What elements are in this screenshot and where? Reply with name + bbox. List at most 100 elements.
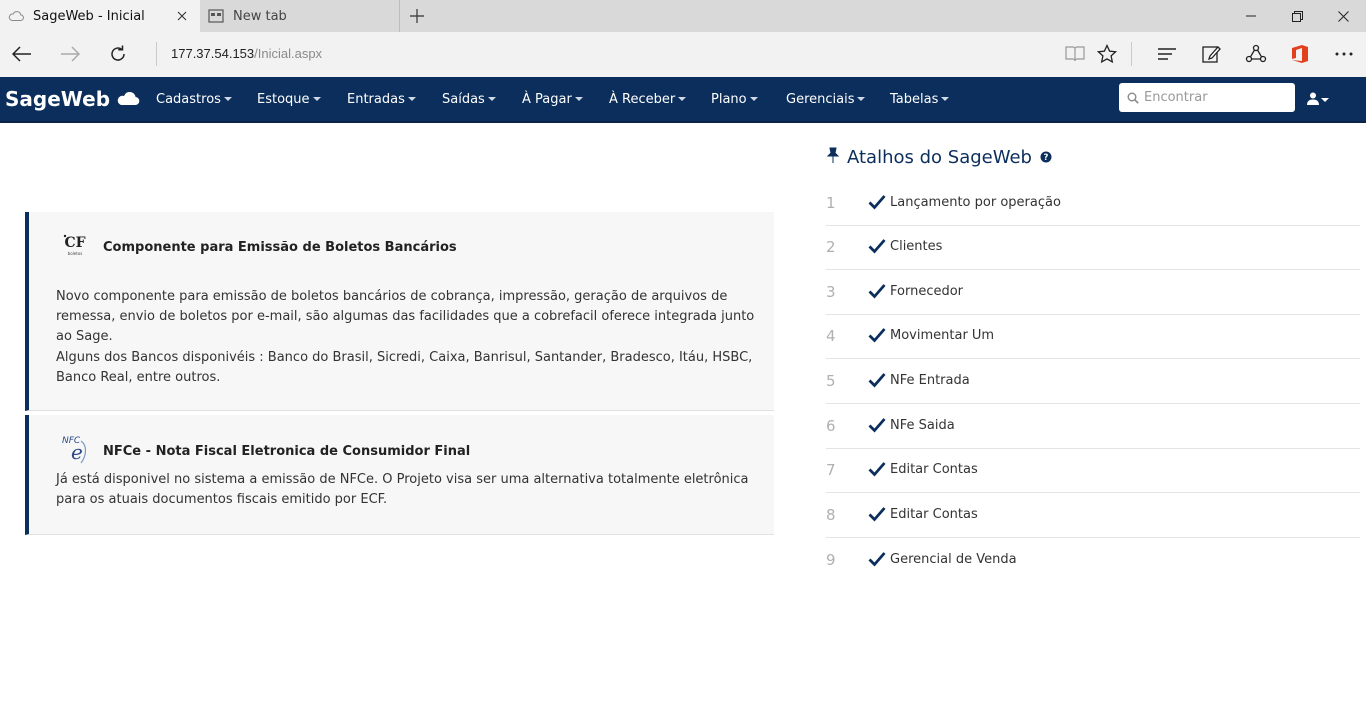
shortcut-item[interactable]: 2 Clientes [826, 225, 1360, 270]
checkmark-icon [868, 461, 886, 481]
shortcut-number: 7 [826, 461, 836, 479]
shortcuts-heading: Atalhos do SageWeb ? [826, 147, 1052, 168]
close-tab-icon[interactable] [172, 6, 192, 26]
shortcut-label: NFe Entrada [890, 373, 970, 388]
menu-label: Tabelas [890, 91, 939, 107]
office-icon[interactable] [1283, 38, 1317, 70]
menu-a-pagar[interactable]: À Pagar [522, 77, 583, 121]
checkmark-icon [868, 194, 886, 214]
shortcut-label: Movimentar Um [890, 328, 995, 343]
close-window-button[interactable] [1320, 0, 1366, 32]
search-input[interactable] [1144, 90, 1284, 105]
address-separator [156, 42, 157, 66]
caret-down-icon [407, 97, 416, 101]
reading-view-icon[interactable] [1058, 38, 1092, 70]
shortcut-item[interactable]: 1 Lançamento por operação [826, 181, 1360, 226]
menu-gerenciais[interactable]: Gerenciais [786, 77, 866, 121]
user-icon [1307, 90, 1319, 109]
shortcut-number: 4 [826, 327, 836, 345]
menu-estoque[interactable]: Estoque [257, 77, 321, 121]
url-path: /Inicial.aspx [254, 46, 323, 61]
caret-down-icon [678, 97, 687, 101]
menu-cadastros[interactable]: Cadastros [156, 77, 232, 121]
web-note-icon[interactable] [1194, 38, 1228, 70]
menu-a-receber[interactable]: À Receber [609, 77, 687, 121]
brand-logo[interactable]: SageWeb [5, 87, 140, 111]
tab-sageweb[interactable]: SageWeb - Inicial [0, 0, 200, 32]
share-icon[interactable] [1239, 38, 1273, 70]
minimize-button[interactable] [1228, 0, 1274, 32]
news-title: Componente para Emissão de Boletos Bancá… [103, 239, 457, 255]
news-title: NFCe - Nota Fiscal Eletronica de Consumi… [103, 443, 471, 459]
checkmark-icon [868, 372, 886, 392]
news-header: CF boletos Componente para Emissão de Bol… [59, 232, 457, 262]
cloud-icon [8, 8, 24, 24]
more-options-icon[interactable] [1327, 38, 1361, 70]
shortcut-number: 3 [826, 283, 836, 301]
menu-label: Cadastros [156, 91, 221, 107]
news-card-nfce: NFC e NFCe - Nota Fiscal Eletronica de Co… [25, 415, 774, 535]
caret-down-icon [312, 97, 321, 101]
menu-label: Plano [711, 91, 747, 107]
pin-icon [826, 147, 840, 168]
tab-title: New tab [233, 8, 287, 24]
svg-text:?: ? [1044, 153, 1049, 163]
shortcut-number: 1 [826, 194, 836, 212]
shortcut-item[interactable]: 9 Gerencial de Venda [826, 538, 1360, 583]
checkmark-icon [868, 506, 886, 526]
caret-down-icon [1321, 97, 1329, 102]
menu-label: Gerenciais [786, 91, 855, 107]
menu-tabelas[interactable]: Tabelas [890, 77, 950, 121]
restore-button[interactable] [1274, 0, 1320, 32]
refresh-button[interactable] [101, 38, 135, 70]
shortcut-item[interactable]: 7 Editar Contas [826, 448, 1360, 493]
user-menu[interactable] [1307, 90, 1329, 109]
menu-saidas[interactable]: Saídas [442, 77, 496, 121]
caret-down-icon [574, 97, 583, 101]
menu-label: Estoque [257, 91, 310, 107]
shortcut-label: Lançamento por operação [890, 195, 1061, 210]
shortcut-number: 2 [826, 238, 836, 256]
caret-down-icon [749, 97, 758, 101]
shortcut-item[interactable]: 6 NFe Saida [826, 404, 1360, 449]
forward-button[interactable] [53, 38, 87, 70]
shortcut-label: Gerencial de Venda [890, 552, 1017, 567]
shortcut-number: 5 [826, 372, 836, 390]
cobrefacil-logo-icon: CF boletos [59, 232, 91, 262]
favorite-star-icon[interactable] [1090, 38, 1124, 70]
shortcut-item[interactable]: 4 Movimentar Um [826, 314, 1360, 359]
shortcut-label: Editar Contas [890, 462, 978, 477]
menu-entradas[interactable]: Entradas [347, 77, 416, 121]
help-icon[interactable]: ? [1040, 147, 1052, 168]
shortcut-item[interactable]: 8 Editar Contas [826, 493, 1360, 538]
svg-text:boletos: boletos [68, 251, 83, 256]
checkmark-icon [868, 417, 886, 437]
menu-label: Entradas [347, 91, 405, 107]
shortcut-number: 8 [826, 506, 836, 524]
tab-new-tab[interactable]: New tab [200, 0, 400, 32]
tab-title: SageWeb - Inicial [33, 8, 145, 24]
menu-plano[interactable]: Plano [711, 77, 758, 121]
menu-label: À Pagar [522, 91, 572, 107]
back-button[interactable] [5, 38, 39, 70]
news-paragraph: Alguns dos Bancos disponivéis : Banco do… [56, 350, 753, 385]
menu-label: À Receber [609, 91, 676, 107]
shortcut-item[interactable]: 5 NFe Entrada [826, 359, 1360, 404]
checkmark-icon [868, 551, 886, 571]
shortcut-label: NFe Saida [890, 418, 955, 433]
browser-toolbar: 177.37.54.153/Inicial.aspx [0, 32, 1366, 77]
shortcut-label: Editar Contas [890, 507, 978, 522]
shortcut-item[interactable]: 3 Fornecedor [826, 270, 1360, 315]
hub-icon[interactable] [1150, 38, 1184, 70]
caret-down-icon [223, 97, 232, 101]
svg-text:e: e [71, 440, 83, 464]
caret-down-icon [487, 97, 496, 101]
checkmark-icon [868, 327, 886, 347]
new-tab-button[interactable] [404, 4, 430, 28]
shortcut-number: 6 [826, 417, 836, 435]
address-bar[interactable]: 177.37.54.153/Inicial.aspx [171, 46, 322, 61]
search-box [1119, 83, 1295, 112]
toolbar-separator [1131, 42, 1132, 66]
checkmark-icon [868, 238, 886, 258]
caret-down-icon [857, 97, 866, 101]
